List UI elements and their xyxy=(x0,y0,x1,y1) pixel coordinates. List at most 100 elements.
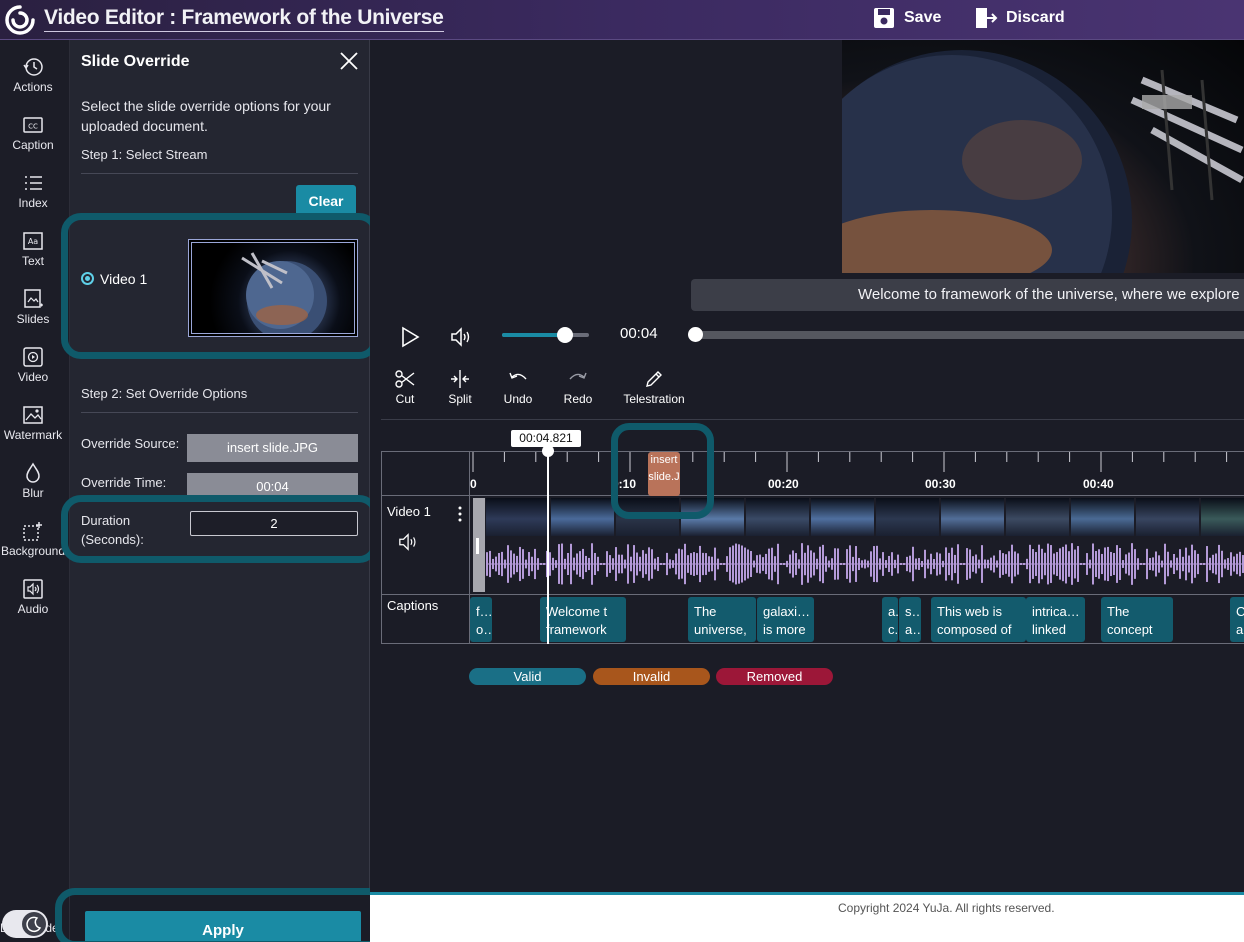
volume-icon[interactable] xyxy=(450,326,474,348)
override-time-field[interactable]: 00:04 xyxy=(187,473,358,501)
split-label: Split xyxy=(448,392,472,406)
video-thumbnail xyxy=(811,498,874,536)
scissors-icon xyxy=(395,370,415,388)
save-icon xyxy=(874,8,894,28)
discard-label: Discard xyxy=(1006,9,1065,26)
rail-item-text[interactable]: Aa Text xyxy=(0,230,66,280)
override-time-label: Override Time: xyxy=(81,475,167,490)
audio-icon xyxy=(23,579,43,599)
caption-chip[interactable]: a. c. xyxy=(882,597,898,642)
stream-thumbnail[interactable] xyxy=(188,239,358,337)
redo-button[interactable]: Redo xyxy=(563,368,593,408)
rail-item-audio[interactable]: Audio xyxy=(0,578,66,628)
panel-description: Select the slide override options for yo… xyxy=(81,98,331,134)
save-button[interactable]: Save xyxy=(872,4,941,32)
page-title: Video Editor : Framework of the Universe xyxy=(44,6,444,32)
video-thumbnail xyxy=(746,498,809,536)
video-thumbnail xyxy=(681,498,744,536)
volume-slider[interactable] xyxy=(502,333,589,337)
redo-label: Redo xyxy=(563,392,593,406)
current-time: 00:04 xyxy=(620,325,658,342)
undo-icon xyxy=(509,372,527,380)
caption-chip[interactable]: galaxi… is more xyxy=(757,597,814,642)
override-source-label: Override Source: xyxy=(81,436,180,451)
ruler-label: 00:20 xyxy=(768,477,799,491)
rail-item-video[interactable]: Video xyxy=(0,346,66,396)
video-thumbnail xyxy=(941,498,1004,536)
step-2-label: Step 2: Set Override Options xyxy=(81,386,248,401)
stream-radio-video-1[interactable] xyxy=(81,272,94,285)
video-thumbnail xyxy=(616,498,679,536)
caption-chip[interactable]: The concept xyxy=(1101,597,1173,642)
caption-chip[interactable]: Ca xyxy=(1230,597,1244,642)
rail-item-index[interactable]: Index xyxy=(0,172,66,222)
rail-item-background[interactable]: Background xyxy=(0,520,66,570)
track-menu-icon[interactable] xyxy=(456,505,464,523)
stream-label[interactable]: Video 1 xyxy=(100,271,147,287)
seek-bar[interactable] xyxy=(695,331,1244,339)
caption-chip[interactable]: f…o… xyxy=(470,597,492,642)
slide-override-panel: Slide Override Select the slide override… xyxy=(70,40,370,942)
video-preview[interactable] xyxy=(842,40,1244,273)
rail-item-caption[interactable]: CC Caption xyxy=(0,114,66,164)
rail-label: Slides xyxy=(16,312,50,326)
close-icon[interactable] xyxy=(338,50,360,72)
cc-icon: CC xyxy=(23,117,43,133)
caption-preview: Welcome to framework of the universe, wh… xyxy=(691,279,1244,311)
video-thumbnail-strip[interactable] xyxy=(486,498,1244,536)
duration-input[interactable]: 2 xyxy=(190,511,358,536)
duration-label-line2: (Seconds): xyxy=(81,532,144,547)
rail-item-actions[interactable]: Actions xyxy=(0,56,66,106)
caption-chip[interactable]: Welcome t framework xyxy=(540,597,626,642)
ruler-label: 0:10 xyxy=(612,477,637,491)
exit-door-icon xyxy=(976,8,998,28)
rail-item-slides[interactable]: Slides xyxy=(0,288,66,338)
timeline-ruler[interactable] xyxy=(470,452,1244,494)
blur-drop-icon xyxy=(26,462,40,483)
rail-item-blur[interactable]: Blur xyxy=(0,462,66,512)
row-separator xyxy=(382,495,1244,496)
slide-override-marker[interactable]: insert slide.J xyxy=(648,452,680,496)
playhead[interactable] xyxy=(547,447,549,644)
track-start-handle[interactable] xyxy=(473,498,485,592)
track-label-captions: Captions xyxy=(387,598,439,613)
divider xyxy=(81,173,358,174)
ruler-label: 00:30 xyxy=(925,477,956,491)
ruler-label: 0 xyxy=(470,477,477,491)
save-label: Save xyxy=(904,9,942,26)
panel-title: Slide Override xyxy=(81,53,190,70)
video-thumbnail xyxy=(486,498,549,536)
duration-label: Duration (Seconds): xyxy=(81,511,144,549)
caption-chip[interactable]: The universe, xyxy=(688,597,756,642)
undo-button[interactable]: Undo xyxy=(503,368,533,408)
volume-knob[interactable] xyxy=(557,327,573,343)
audio-waveform[interactable] xyxy=(486,536,1244,592)
history-icon xyxy=(23,58,43,76)
telestration-label: Telestration xyxy=(623,392,685,406)
apply-button[interactable]: Apply xyxy=(85,911,361,942)
telestration-button[interactable]: Telestration xyxy=(622,368,686,408)
rail-label: Background xyxy=(0,544,66,558)
caption-chip[interactable]: s…a… xyxy=(899,597,921,642)
yuja-logo-icon xyxy=(5,5,35,35)
ruler-label: 00:40 xyxy=(1083,477,1114,491)
caption-chip[interactable]: intrica… linked xyxy=(1026,597,1085,642)
seek-knob[interactable] xyxy=(688,327,703,342)
duration-label-line1: Duration xyxy=(81,513,131,528)
redo-icon xyxy=(569,372,587,380)
caption-chip[interactable]: This web is composed of xyxy=(931,597,1026,642)
split-button[interactable]: Split xyxy=(448,368,472,408)
video-frame-image xyxy=(842,50,1244,273)
cut-button[interactable]: Cut xyxy=(393,368,417,408)
discard-button[interactable]: Discard xyxy=(974,4,1065,32)
tool-rail: Actions CC Caption Index Aa Text Slides … xyxy=(0,40,70,942)
rail-item-watermark[interactable]: Watermark xyxy=(0,404,66,454)
divider xyxy=(81,412,358,413)
play-icon[interactable] xyxy=(399,326,421,348)
undo-label: Undo xyxy=(503,392,533,406)
track-volume-icon[interactable] xyxy=(398,532,420,552)
dark-mode-toggle[interactable] xyxy=(2,910,48,938)
clear-button[interactable]: Clear xyxy=(296,185,356,217)
pencil-icon xyxy=(646,371,662,387)
override-source-field[interactable]: insert slide.JPG xyxy=(187,434,358,462)
